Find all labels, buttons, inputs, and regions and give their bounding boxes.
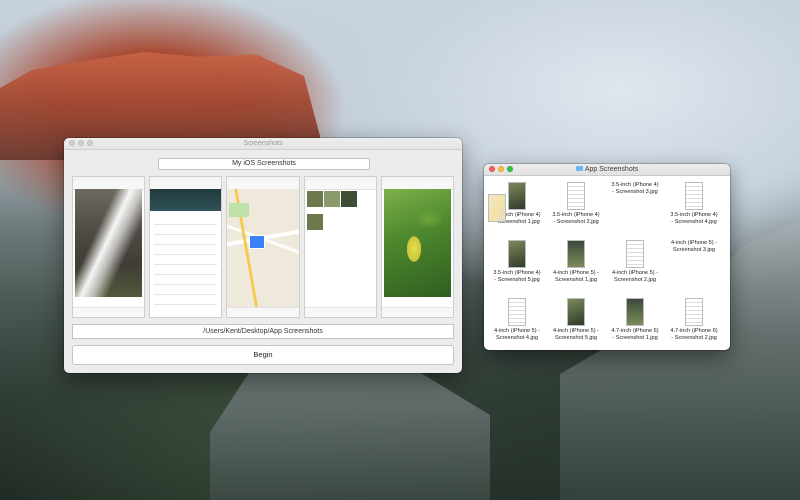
file-thumbnail-icon <box>567 240 585 268</box>
photo-thumb <box>340 191 357 207</box>
file-thumbnail-icon <box>508 240 526 268</box>
file-name-line1: 3.5-inch (iPhone 4) <box>670 212 718 218</box>
file-name: 3.5-inch (iPhone 4) - Screenshot 4.jpg <box>666 212 722 226</box>
file-name: 4-inch (iPhone 5) - Screenshot 5.jpg <box>548 328 604 342</box>
begin-button[interactable]: Begin <box>72 345 454 365</box>
file-item[interactable]: 4.7-inch (iPhone 6) - Screenshot 2.jpg <box>665 296 723 350</box>
toolbar <box>227 307 299 317</box>
file-item[interactable]: 4-inch (iPhone 5) - Screenshot 3.jpg <box>488 194 723 292</box>
file-thumbnail-icon <box>626 298 644 326</box>
window-title: Screenshots <box>243 140 283 147</box>
file-name-line1: 3.5-inch (iPhone 4) <box>552 212 600 218</box>
photo-grid <box>306 191 357 235</box>
screenshots-titlebar[interactable]: Screenshots <box>64 138 462 150</box>
finder-title: App Screenshots <box>584 166 639 173</box>
waterfall-photo <box>75 189 143 297</box>
close-icon[interactable] <box>489 166 495 172</box>
file-name: 3.5-inch (iPhone 4) - Screenshot 3.jpg <box>607 182 663 196</box>
photo-thumb <box>323 191 340 207</box>
minimize-icon[interactable] <box>498 166 504 172</box>
screenshot-preview-photo[interactable] <box>72 176 146 318</box>
file-item[interactable]: 4.7-inch (iPhone 6) - Screenshot 1.jpg <box>606 296 664 350</box>
project-name-field[interactable]: My iOS Screenshots <box>158 158 370 170</box>
contact-header-map <box>150 189 222 211</box>
file-name: 3.5-inch (iPhone 4) - Screenshot 2.jpg <box>548 212 604 226</box>
screenshot-preview-leaf[interactable] <box>380 176 455 318</box>
file-name: 4-inch (iPhone 5) - Screenshot 2.jpg <box>607 270 663 284</box>
file-name-line1: 4-inch (iPhone 5) - <box>552 328 599 334</box>
file-name-line2: - Screenshot 5.jpg <box>494 277 540 283</box>
file-thumbnail-icon <box>567 298 585 326</box>
file-name-line2: Screenshot 5.jpg <box>555 335 597 341</box>
file-name-line2: Screenshot 4.jpg <box>496 335 538 341</box>
toolbar <box>304 307 376 317</box>
window-controls <box>489 166 513 172</box>
file-name-line2: Screenshot 3.jpg <box>673 247 715 253</box>
screenshot-preview-map[interactable] <box>226 176 300 318</box>
file-item[interactable]: 3.5-inch (iPhone 4) - Screenshot 3.jpg <box>488 180 664 234</box>
file-item[interactable]: 4-inch (iPhone 5) - Screenshot 2.jpg <box>606 238 664 292</box>
leaf-photo <box>383 189 452 297</box>
nav-bar <box>304 181 376 190</box>
file-name: 3.5-inch (iPhone 4) - Screenshot 5.jpg <box>489 270 545 284</box>
photo-thumb <box>306 213 323 230</box>
file-item[interactable]: 3.5-inch (iPhone 4) - Screenshot 2.jpg <box>547 180 605 234</box>
photo-thumb <box>306 191 323 207</box>
finder-titlebar[interactable]: App Screenshots <box>484 164 730 176</box>
zoom-icon[interactable] <box>507 166 513 172</box>
file-name-line2: - Screenshot 1.jpg <box>612 335 658 341</box>
file-thumbnail-icon <box>685 182 703 210</box>
file-name-line1: 4-inch (iPhone 5) - <box>552 270 599 276</box>
file-item[interactable]: 4-inch (iPhone 5) - Screenshot 4.jpg <box>488 296 546 350</box>
file-name-line2: Screenshot 1.jpg <box>555 277 597 283</box>
screenshot-preview-contact[interactable] <box>149 176 223 318</box>
close-icon[interactable] <box>69 140 75 146</box>
file-name-line2: - Screenshot 2.jpg <box>553 219 599 225</box>
file-name-line1: 4-inch (iPhone 5) - <box>670 240 717 246</box>
file-name-line1: 4.7-inch (iPhone 6) <box>611 328 659 334</box>
output-path-field[interactable]: /Users/Kent/Desktop/App Screenshots <box>72 324 454 339</box>
file-thumbnail-icon <box>626 240 644 268</box>
file-name-line2: - Screenshot 3.jpg <box>612 189 658 195</box>
file-item[interactable]: 3.5-inch (iPhone 4) - Screenshot 4.jpg <box>665 180 723 234</box>
file-thumbnail-icon <box>508 182 526 210</box>
file-name-line1: 3.5-inch (iPhone 4) <box>493 270 541 276</box>
toolbar <box>73 307 145 317</box>
file-name: 4-inch (iPhone 5) - Screenshot 3.jpg <box>666 240 722 254</box>
zoom-icon[interactable] <box>87 140 93 146</box>
file-name-line2: - Screenshot 2.jpg <box>671 335 717 341</box>
finder-window: App Screenshots 3.5-inch (iPhone 4) - Scr… <box>484 164 730 350</box>
file-grid: 3.5-inch (iPhone 4) - Screenshot 1.jpg 3.5… <box>488 180 728 350</box>
contact-details <box>154 215 218 305</box>
file-name-line2: - Screenshot 4.jpg <box>671 219 717 225</box>
screenshots-window: Screenshots My iOS Screenshots /Users/Ke… <box>64 138 462 373</box>
file-name: 4-inch (iPhone 5) - Screenshot 1.jpg <box>548 270 604 284</box>
screenshot-preview-camera-roll[interactable] <box>303 176 377 318</box>
file-item[interactable]: 3.5-inch (iPhone 4) - Screenshot 5.jpg <box>488 238 546 292</box>
file-name-line2: Screenshot 2.jpg <box>614 277 656 283</box>
file-name-line1: 4.7-inch (iPhone 6) <box>670 328 718 334</box>
map-pin-icon <box>249 235 266 249</box>
toolbar <box>381 307 454 317</box>
file-item[interactable]: 4-inch (iPhone 5) - Screenshot 5.jpg <box>547 296 605 350</box>
map-view <box>227 189 299 308</box>
file-name-line1: 4-inch (iPhone 5) - <box>611 270 658 276</box>
file-name: 4.7-inch (iPhone 6) - Screenshot 2.jpg <box>666 328 722 342</box>
screenshot-previews <box>72 176 455 318</box>
file-thumbnail-icon <box>488 194 506 222</box>
file-name-line1: 3.5-inch (iPhone 4) <box>611 182 659 188</box>
file-name: 4.7-inch (iPhone 6) - Screenshot 1.jpg <box>607 328 663 342</box>
file-name: 4-inch (iPhone 5) - Screenshot 4.jpg <box>489 328 545 342</box>
file-item[interactable]: 4-inch (iPhone 5) - Screenshot 1.jpg <box>547 238 605 292</box>
park-area <box>229 203 250 217</box>
minimize-icon[interactable] <box>78 140 84 146</box>
file-thumbnail-icon <box>508 298 526 326</box>
folder-icon <box>575 166 583 171</box>
file-thumbnail-icon <box>567 182 585 210</box>
file-thumbnail-icon <box>685 298 703 326</box>
window-controls <box>69 140 93 146</box>
file-name-line1: 4-inch (iPhone 5) - <box>493 328 540 334</box>
